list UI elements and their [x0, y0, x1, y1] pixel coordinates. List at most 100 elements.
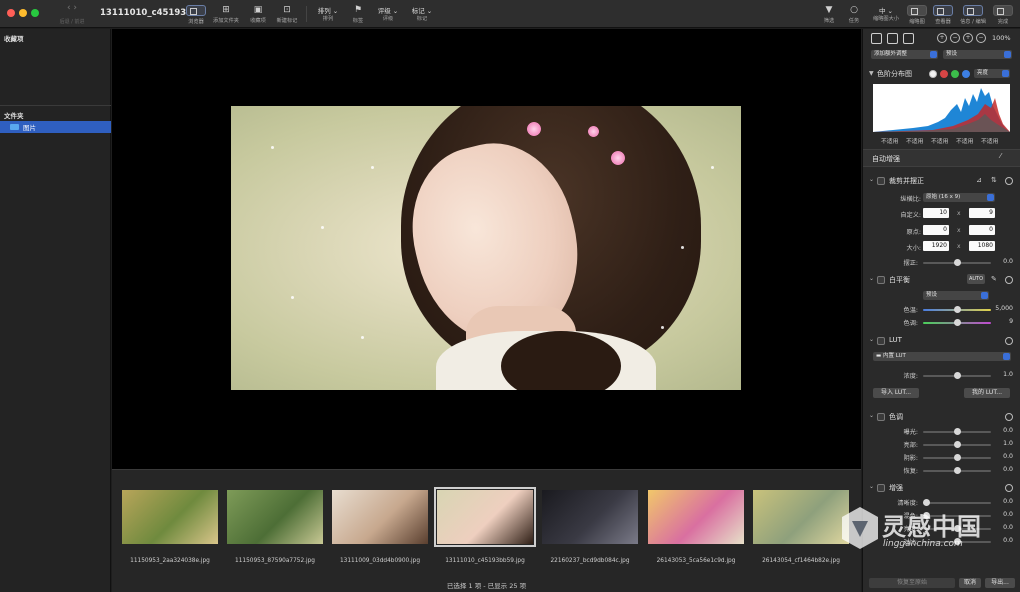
minimize-window-button[interactable]	[19, 9, 27, 17]
straighten-slider[interactable]	[923, 259, 991, 266]
cancel-button[interactable]: 取消	[959, 578, 981, 588]
thumbnail-selected[interactable]	[434, 487, 536, 547]
export-button[interactable]: 导出...	[985, 578, 1015, 588]
magic-wand-icon[interactable]: ⁄	[1000, 152, 1001, 160]
flag-button[interactable]: ⚑ 标签	[347, 3, 369, 27]
slider-knob[interactable]	[953, 319, 961, 326]
thumbnail[interactable]	[648, 490, 744, 544]
adjust-row-slider[interactable]	[923, 428, 991, 435]
section-menu-icon[interactable]	[1005, 177, 1013, 185]
thumbnail[interactable]	[227, 490, 323, 544]
thumbnail[interactable]	[332, 490, 428, 544]
tasks-button[interactable]: ○ 任务	[843, 3, 865, 27]
crop-frame-icon[interactable]	[903, 33, 914, 44]
white-channel-dot[interactable]	[929, 70, 937, 78]
straighten-icon[interactable]: ⊿	[976, 176, 982, 184]
lut-checkbox[interactable]	[877, 337, 885, 345]
back-forward-arrows-icon[interactable]: ‹ ›	[53, 3, 91, 13]
auto-white-balance-button[interactable]: AUTO	[967, 274, 985, 284]
filmstrip[interactable]: 11150953_2aa324038e.jpg 11150953_87590a7…	[112, 469, 861, 592]
enhance-checkbox[interactable]	[877, 484, 885, 492]
sort-dropdown[interactable]: 排列 ⌄ 排列	[313, 3, 343, 27]
slider-knob[interactable]	[953, 259, 961, 266]
viewer-button[interactable]: 查看器	[930, 3, 956, 27]
thumb-size-label: 缩略图大小	[873, 16, 899, 22]
image-viewer[interactable]	[112, 29, 861, 469]
my-lut-button[interactable]: 我的 LUT...	[964, 388, 1010, 398]
close-window-button[interactable]	[7, 9, 15, 17]
info-edit-button[interactable]: 信息 / 编辑	[957, 3, 989, 27]
section-menu-icon[interactable]	[1005, 337, 1013, 345]
favorites-button[interactable]: ▣ 收藏项	[245, 3, 271, 27]
sidebar-item-pictures[interactable]: 图片	[0, 121, 111, 133]
browser-button[interactable]: 浏览器	[183, 3, 209, 27]
zoom-out-icon[interactable]: −	[950, 33, 960, 43]
disclosure-triangle-icon[interactable]: ⌄	[869, 483, 874, 490]
add-adjustment-select[interactable]: 添加额外调整	[871, 50, 938, 59]
disclosure-triangle-icon[interactable]: ▼	[869, 70, 874, 77]
tint-slider[interactable]	[923, 319, 991, 326]
rotate-icon[interactable]	[871, 33, 882, 44]
tint-value: 9	[1009, 318, 1013, 325]
filter-button[interactable]: ▼ 筛选	[818, 3, 840, 27]
tone-checkbox[interactable]	[877, 413, 885, 421]
slider-knob[interactable]	[953, 372, 961, 379]
reset-to-original-button[interactable]: 恢复至原始	[869, 578, 955, 588]
histogram-channel-select[interactable]: 亮度	[974, 69, 1010, 78]
preset-select[interactable]: 预设	[943, 50, 1012, 59]
adjust-row-slider[interactable]	[923, 499, 991, 506]
disclosure-triangle-icon[interactable]: ⌄	[869, 176, 874, 183]
density-slider[interactable]	[923, 372, 991, 379]
blue-channel-dot[interactable]	[962, 70, 970, 78]
disclosure-triangle-icon[interactable]: ⌄	[869, 412, 874, 419]
zoom-fit-icon[interactable]: +	[963, 33, 973, 43]
disclosure-triangle-icon[interactable]: ⌄	[869, 336, 874, 343]
swap-orientation-icon[interactable]: ⇅	[991, 176, 997, 184]
section-menu-icon[interactable]	[1005, 413, 1013, 421]
adjust-row-slider[interactable]	[923, 441, 991, 448]
wb-preset-select[interactable]: 预设	[923, 291, 989, 300]
zoom-in-icon[interactable]: +	[937, 33, 947, 43]
slider-knob[interactable]	[953, 306, 961, 313]
green-channel-dot[interactable]	[951, 70, 959, 78]
slider-knob[interactable]	[953, 454, 961, 461]
size-height-input[interactable]: 1080	[969, 241, 995, 251]
watermark: 灵感中国 lingganchina.com	[838, 505, 1018, 560]
aspect-ratio-select[interactable]: 原始 (16 x 9)	[923, 193, 995, 202]
slider-knob[interactable]	[953, 441, 961, 448]
import-lut-button[interactable]: 导入 LUT...	[873, 388, 919, 398]
disclosure-triangle-icon[interactable]: ⌄	[869, 275, 874, 282]
crop-enable-checkbox[interactable]	[877, 177, 885, 185]
zoom-window-button[interactable]	[31, 9, 39, 17]
origin-x-input[interactable]: 0	[923, 225, 949, 235]
thumbnail[interactable]	[542, 490, 638, 544]
section-menu-icon[interactable]	[1005, 276, 1013, 284]
white-balance-checkbox[interactable]	[877, 276, 885, 284]
section-menu-icon[interactable]	[1005, 484, 1013, 492]
builtin-lut-select[interactable]: ▬ 内置 LUT	[873, 352, 1011, 361]
main-photo[interactable]	[231, 106, 741, 390]
thumbnail[interactable]	[753, 490, 849, 544]
new-tag-button[interactable]: ⊡ 新建标记	[272, 3, 302, 27]
origin-y-input[interactable]: 0	[969, 225, 995, 235]
thumb-size-dropdown[interactable]: 中 ⌄ 缩略图大小	[869, 3, 903, 27]
slider-knob[interactable]	[953, 467, 961, 474]
flip-horizontal-icon[interactable]	[887, 33, 898, 44]
eyedropper-icon[interactable]: ✎	[991, 275, 997, 283]
slider-knob[interactable]	[953, 428, 961, 435]
adjust-row-slider[interactable]	[923, 467, 991, 474]
adjust-row-slider[interactable]	[923, 454, 991, 461]
custom-height-input[interactable]: 9	[969, 208, 995, 218]
done-button[interactable]: 完成	[991, 3, 1015, 27]
size-width-input[interactable]: 1920	[923, 241, 949, 251]
tag-dropdown[interactable]: 标记 ⌄ 标记	[407, 3, 437, 27]
auto-enhance-row[interactable]: 自动增强 ⁄	[863, 149, 1020, 167]
thumbnail[interactable]	[122, 490, 218, 544]
custom-width-input[interactable]: 10	[923, 208, 949, 218]
add-folder-button[interactable]: ⊞ 添加文件夹	[210, 3, 242, 27]
thumbnail-view-button[interactable]: 缩略图	[904, 3, 930, 27]
zoom-actual-icon[interactable]: −	[976, 33, 986, 43]
temperature-slider[interactable]	[923, 306, 991, 313]
red-channel-dot[interactable]	[940, 70, 948, 78]
rating-dropdown[interactable]: 评级 ⌄ 评级	[373, 3, 403, 27]
